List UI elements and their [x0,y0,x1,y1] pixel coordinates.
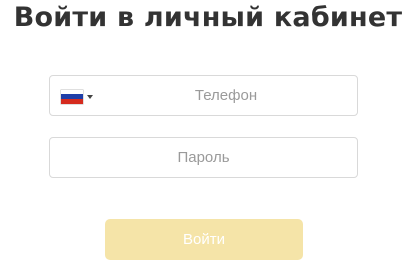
caret-down-icon [87,94,93,99]
page-title: Войти в личный кабинет [13,2,403,33]
country-code-selector[interactable] [61,89,93,104]
password-field [49,137,358,178]
phone-input[interactable] [94,76,358,115]
phone-field [49,75,358,116]
flag-stripe-red [61,98,83,104]
login-button[interactable]: Войти [105,219,303,260]
russia-flag-icon [61,89,83,104]
password-input[interactable] [50,138,357,177]
